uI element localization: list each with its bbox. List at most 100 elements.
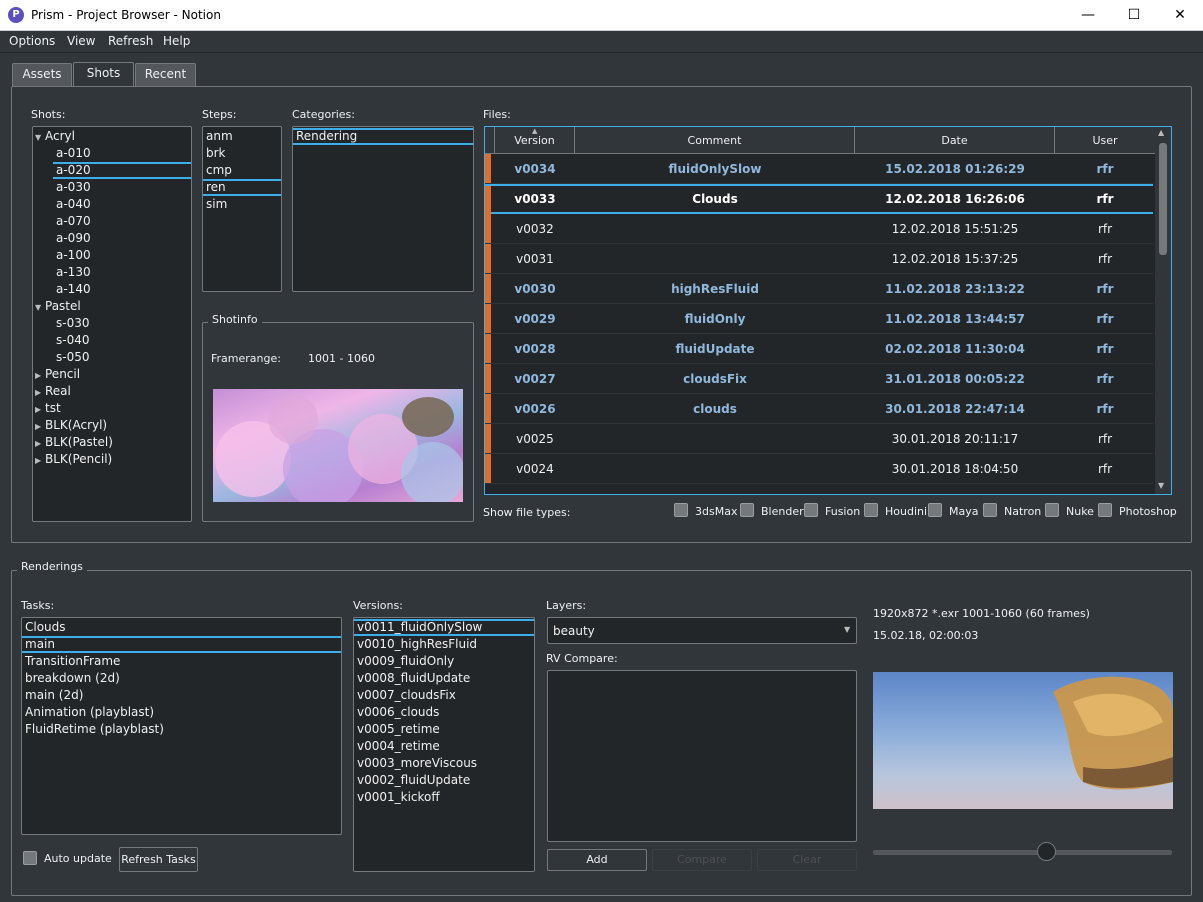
add-button[interactable]: Add [547, 849, 647, 871]
table-row[interactable]: v0033 Clouds 12.02.2018 16:26:06 rfr [485, 184, 1153, 215]
tree-item[interactable]: ▶ tst [33, 400, 191, 417]
clear-button[interactable]: Clear [757, 849, 857, 871]
frame-slider-handle[interactable] [1036, 842, 1056, 861]
list-item[interactable]: v0007_cloudsFix [354, 687, 534, 704]
tree-item[interactable]: ▶ BLK(Acryl) [33, 417, 191, 434]
list-item[interactable]: v0002_fluidUpdate [354, 772, 534, 789]
files-table[interactable]: Version Comment Date User ▲ v0034 fluidOn… [484, 126, 1172, 495]
list-item[interactable]: v0011_fluidOnlySlow [354, 619, 534, 636]
list-item[interactable]: v0005_retime [354, 721, 534, 738]
list-item[interactable]: Clouds [22, 619, 341, 636]
menu-help[interactable]: Help [163, 34, 190, 48]
list-item[interactable]: v0006_clouds [354, 704, 534, 721]
table-row[interactable]: v0032 12.02.2018 15:51:25 rfr [485, 214, 1153, 244]
compare-button[interactable]: Compare [652, 849, 752, 871]
tab-shots[interactable]: Shots [73, 62, 134, 87]
rv-compare-list[interactable] [547, 670, 857, 842]
table-row[interactable]: v0024 30.01.2018 18:04:50 rfr [485, 454, 1153, 484]
tree-item[interactable]: ▶ BLK(Pencil) [33, 451, 191, 468]
versions-list[interactable]: v0011_fluidOnlySlow v0010_highResFluid v00… [353, 617, 535, 872]
tree-item[interactable]: a-040 [33, 196, 191, 213]
filetype-checkbox-nuke[interactable] [1045, 503, 1059, 520]
tree-item[interactable]: s-040 [33, 332, 191, 349]
column-date[interactable]: Date [855, 127, 1055, 154]
tree-item[interactable]: a-090 [33, 230, 191, 247]
list-item[interactable]: v0010_highResFluid [354, 636, 534, 653]
menu-options[interactable]: Options [9, 34, 55, 48]
filetype-checkbox-maya[interactable] [928, 503, 942, 520]
list-item[interactable]: Animation (playblast) [22, 704, 341, 721]
filetype-checkbox-natron[interactable] [983, 503, 997, 520]
table-row[interactable]: v0026 clouds 30.01.2018 22:47:14 rfr [485, 394, 1153, 424]
list-item[interactable]: sim [203, 196, 281, 213]
tree-item[interactable]: ▼ Pastel [33, 298, 191, 315]
list-item[interactable]: FluidRetime (playblast) [22, 721, 341, 738]
expand-arrow-right-icon[interactable]: ▶ [35, 367, 45, 384]
tree-item[interactable]: a-020 [53, 162, 191, 179]
expand-arrow-right-icon[interactable]: ▶ [35, 401, 45, 418]
expand-arrow-right-icon[interactable]: ▶ [35, 418, 45, 435]
list-item[interactable]: v0003_moreViscous [354, 755, 534, 772]
maximize-button[interactable]: ☐ [1111, 0, 1157, 31]
scrollbar-thumb[interactable] [1159, 143, 1167, 255]
table-row[interactable]: v0031 12.02.2018 15:37:25 rfr [485, 244, 1153, 274]
list-item[interactable]: anm [203, 128, 281, 145]
expand-arrow-right-icon[interactable]: ▶ [35, 435, 45, 452]
tree-item[interactable]: a-070 [33, 213, 191, 230]
expand-arrow-right-icon[interactable]: ▶ [35, 384, 45, 401]
list-item[interactable]: v0004_retime [354, 738, 534, 755]
categories-list[interactable]: Rendering [292, 126, 474, 292]
list-item[interactable]: brk [203, 145, 281, 162]
tree-item[interactable]: s-050 [33, 349, 191, 366]
frame-slider-track[interactable] [873, 850, 1172, 855]
table-row[interactable]: v0027 cloudsFix 31.01.2018 00:05:22 rfr [485, 364, 1153, 394]
tab-assets[interactable]: Assets [12, 63, 72, 86]
table-row[interactable]: v0025 30.01.2018 20:11:17 rfr [485, 424, 1153, 454]
tree-item[interactable]: s-030 [33, 315, 191, 332]
tree-item[interactable]: ▶ Pencil [33, 366, 191, 383]
close-button[interactable]: ✕ [1157, 0, 1203, 31]
filetype-checkbox-photoshop[interactable] [1098, 503, 1112, 520]
refresh-tasks-button[interactable]: Refresh Tasks [119, 847, 198, 872]
column-comment[interactable]: Comment [575, 127, 855, 154]
scroll-up-icon[interactable]: ▲ [1158, 128, 1164, 137]
list-item[interactable]: TransitionFrame [22, 653, 341, 670]
files-scrollbar[interactable]: ▲ ▼ [1155, 127, 1171, 494]
tree-item[interactable]: ▶ BLK(Pastel) [33, 434, 191, 451]
minimize-button[interactable]: — [1065, 0, 1111, 31]
list-item[interactable]: Rendering [293, 128, 473, 145]
filetype-checkbox-3dsmax[interactable] [674, 503, 688, 520]
list-item[interactable]: v0008_fluidUpdate [354, 670, 534, 687]
expand-arrow-down-icon[interactable]: ▼ [35, 299, 45, 316]
table-row[interactable]: v0028 fluidUpdate 02.02.2018 11:30:04 rfr [485, 334, 1153, 364]
list-item[interactable]: cmp [203, 162, 281, 179]
list-item[interactable]: v0009_fluidOnly [354, 653, 534, 670]
list-item[interactable]: breakdown (2d) [22, 670, 341, 687]
tree-item[interactable]: ▶ Real [33, 383, 191, 400]
tree-item[interactable]: a-010 [33, 145, 191, 162]
filetype-checkbox-houdini[interactable] [864, 503, 878, 520]
expand-arrow-right-icon[interactable]: ▶ [35, 452, 45, 469]
steps-list[interactable]: anm brk cmp ren sim [202, 126, 282, 292]
menu-view[interactable]: View [67, 34, 95, 48]
auto-update-checkbox[interactable] [23, 851, 37, 868]
tasks-list[interactable]: Clouds main TransitionFrame breakdown (2d) m… [21, 617, 342, 835]
menu-refresh[interactable]: Refresh [108, 34, 153, 48]
tree-item[interactable]: ▼ Acryl [33, 128, 191, 145]
filetype-checkbox-fusion[interactable] [804, 503, 818, 520]
shots-tree[interactable]: ▼ Acryl a-010 a-020 a-030 a-040 a-070 a-090 a-10… [32, 126, 192, 522]
table-row[interactable]: v0030 highResFluid 11.02.2018 23:13:22 rfr [485, 274, 1153, 304]
scroll-down-icon[interactable]: ▼ [1158, 481, 1164, 490]
list-item[interactable]: v0001_kickoff [354, 789, 534, 806]
tab-recent[interactable]: Recent [135, 63, 196, 86]
tree-item[interactable]: a-100 [33, 247, 191, 264]
tree-item[interactable]: a-130 [33, 264, 191, 281]
column-user[interactable]: User [1055, 127, 1155, 154]
expand-arrow-down-icon[interactable]: ▼ [35, 129, 45, 146]
filetype-checkbox-blender[interactable] [740, 503, 754, 520]
table-row[interactable]: v0029 fluidOnly 11.02.2018 13:44:57 rfr [485, 304, 1153, 334]
list-item[interactable]: ren [203, 179, 281, 196]
tree-item[interactable]: a-140 [33, 281, 191, 298]
layers-dropdown[interactable]: beauty ▼ [547, 617, 857, 644]
list-item[interactable]: main [22, 636, 341, 653]
